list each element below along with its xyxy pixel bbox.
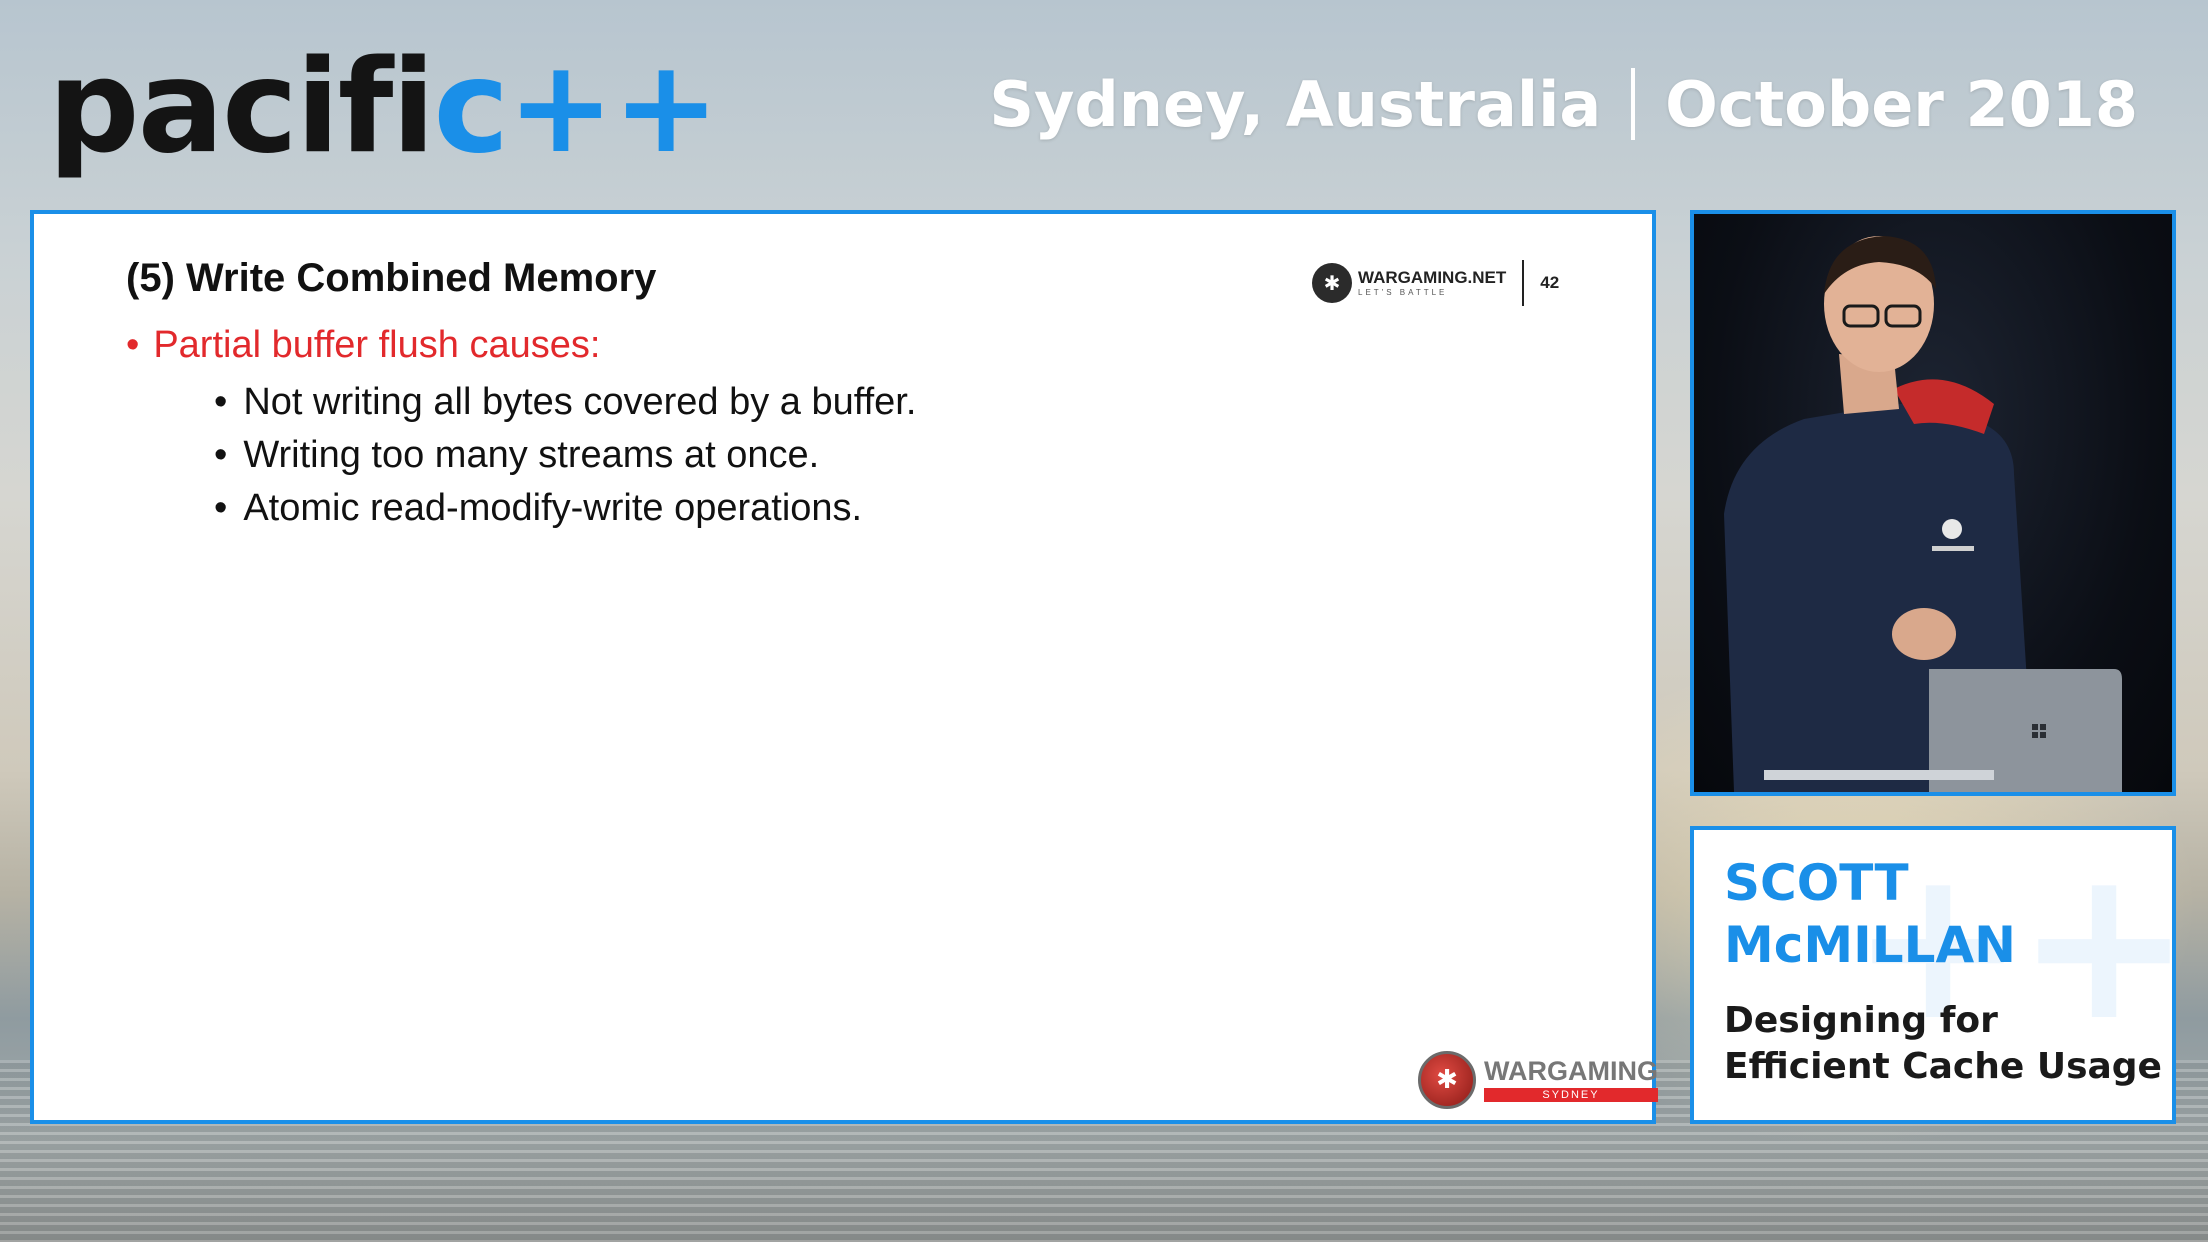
event-info: Sydney, Australia October 2018 bbox=[989, 58, 2138, 150]
slide-footer-brand: ✱ WARGAMING SYDNEY bbox=[1418, 1048, 1658, 1112]
conference-logo: pacific++ bbox=[48, 28, 720, 188]
sub-bullet-list: • Not writing all bytes covered by a buff… bbox=[214, 376, 916, 535]
speaker-name: SCOTT McMILLAN bbox=[1724, 852, 2016, 976]
footer-brand-name: WARGAMING bbox=[1484, 1056, 1658, 1086]
sub-bullet-text: Not writing all bytes covered by a buffe… bbox=[243, 381, 917, 423]
header-divider bbox=[1631, 68, 1636, 140]
wargaming-emblem-icon: ✱ bbox=[1418, 1051, 1476, 1109]
slide-title: (5) Write Combined Memory bbox=[126, 256, 657, 300]
slide-main-bullet: • Partial buffer flush causes: bbox=[126, 324, 600, 367]
bullet-dot: • bbox=[126, 324, 140, 366]
presentation-slide: (5) Write Combined Memory ✱ WARGAMING.NE… bbox=[30, 210, 1658, 1124]
bullet-dot: • bbox=[214, 434, 228, 476]
slide-header-brand: ✱ WARGAMING.NET LET'S BATTLE 42 bbox=[1312, 258, 1559, 308]
speaker-name-card: ++ SCOTT McMILLAN Designing for Efficien… bbox=[1690, 826, 2176, 1124]
logo-text-cpp: c++ bbox=[433, 33, 719, 182]
slide-page-number: 42 bbox=[1540, 273, 1560, 292]
event-date: October 2018 bbox=[1665, 67, 2138, 141]
list-item: • Not writing all bytes covered by a buff… bbox=[214, 376, 916, 429]
speaker-video-frame bbox=[1724, 236, 2122, 792]
bullet-dot: • bbox=[214, 487, 228, 529]
list-item: • Atomic read-modify-write operations. bbox=[214, 482, 916, 535]
event-location: Sydney, Australia bbox=[989, 67, 1602, 141]
list-item: • Writing too many streams at once. bbox=[214, 429, 916, 482]
brand-text: WARGAMING.NET LET'S BATTLE bbox=[1358, 269, 1506, 297]
laptop-logo-icon bbox=[2032, 724, 2038, 730]
hoodie-logo-text bbox=[1932, 546, 1974, 551]
brand-divider bbox=[1522, 260, 1525, 306]
bullet-dot: • bbox=[214, 381, 228, 423]
main-bullet-text: Partial buffer flush causes: bbox=[153, 324, 601, 366]
speaker-hands bbox=[1892, 608, 1956, 660]
brand-name: WARGAMING.NET bbox=[1358, 268, 1507, 287]
sub-bullet-text: Writing too many streams at once. bbox=[243, 434, 820, 476]
speaker-last-name: McMILLAN bbox=[1724, 916, 2017, 974]
lectern-edge bbox=[1764, 770, 1994, 780]
footer-brand-text: WARGAMING SYDNEY bbox=[1484, 1058, 1658, 1102]
speaker-first-name: SCOTT bbox=[1724, 854, 1909, 912]
talk-title: Designing for Efficient Cache Usage bbox=[1724, 1000, 2162, 1087]
speaker-video bbox=[1690, 210, 2176, 796]
footer-brand-city: SYDNEY bbox=[1484, 1088, 1658, 1102]
wargaming-logo-icon: ✱ bbox=[1312, 263, 1352, 303]
logo-text-main: pacifi bbox=[48, 33, 435, 182]
hoodie-logo-icon bbox=[1942, 519, 1962, 539]
sub-bullet-text: Atomic read-modify-write operations. bbox=[243, 487, 863, 529]
brand-tagline: LET'S BATTLE bbox=[1358, 288, 1448, 297]
